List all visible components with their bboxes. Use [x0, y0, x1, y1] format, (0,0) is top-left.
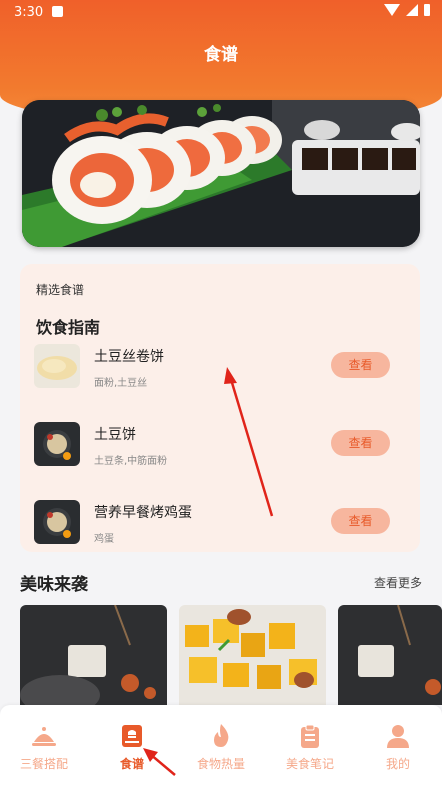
recipe-ingredients: 鸡蛋	[94, 534, 114, 545]
recipe-name: 土豆丝卷饼	[94, 349, 164, 365]
wifi-icon	[384, 4, 400, 16]
battery-icon	[424, 4, 430, 16]
recipe-card[interactable]	[179, 605, 326, 705]
status-bar: 3:30	[0, 0, 442, 26]
featured-label: 精选食谱	[36, 283, 85, 297]
tab-label: 我的	[385, 757, 410, 771]
recipe-book-icon	[122, 725, 142, 747]
featured-recipes-panel: 精选食谱 饮食指南 土豆丝卷饼 面粉,土豆丝 查看 土豆饼 土豆条,中筋面粉 查…	[20, 264, 420, 552]
status-time: 3:30	[14, 5, 44, 20]
tab-food-notes[interactable]: 美食笔记	[270, 723, 350, 772]
see-more-link[interactable]: 查看更多	[374, 574, 422, 591]
tab-label: 三餐搭配	[19, 757, 68, 771]
view-button[interactable]: 查看	[331, 352, 390, 378]
diet-guide-title: 饮食指南	[36, 318, 101, 337]
tab-label: 食物热量	[196, 757, 245, 771]
view-button[interactable]: 查看	[331, 430, 390, 456]
recipe-thumbnail	[34, 344, 80, 388]
tab-label: 食谱	[119, 757, 144, 771]
sushi-banner[interactable]	[22, 100, 420, 247]
sushi-image	[22, 100, 420, 247]
system-icons	[384, 4, 430, 16]
recipe-thumbnail	[34, 500, 80, 544]
tasty-section-title: 美味来袭	[20, 575, 88, 595]
recipe-ingredients: 面粉,土豆丝	[94, 378, 148, 389]
recipe-name: 营养早餐烤鸡蛋	[94, 505, 192, 521]
tab-recipes[interactable]: 食谱	[92, 723, 172, 772]
recipe-card[interactable]	[20, 605, 167, 705]
tab-profile[interactable]: 我的	[358, 723, 438, 772]
page-title: 食谱	[204, 45, 238, 65]
tab-calories[interactable]: 食物热量	[181, 723, 261, 772]
recipe-card[interactable]	[338, 605, 442, 705]
bottom-tab-bar: 三餐搭配 食谱 食物热量 美食笔记 我的	[0, 705, 442, 787]
cloche-icon	[32, 727, 56, 746]
tab-meal-plan[interactable]: 三餐搭配	[4, 723, 84, 772]
recipe-ingredients: 土豆条,中筋面粉	[94, 456, 168, 467]
tasty-section-header: 美味来袭 查看更多	[20, 570, 422, 595]
tab-label: 美食笔记	[285, 757, 334, 771]
notification-app-icon	[52, 6, 63, 17]
view-button[interactable]: 查看	[331, 508, 390, 534]
clipboard-icon	[301, 724, 319, 748]
recipe-name: 土豆饼	[94, 427, 136, 443]
recipe-row[interactable]: 土豆饼 土豆条,中筋面粉 查看	[34, 422, 406, 470]
recipe-row[interactable]: 土豆丝卷饼 面粉,土豆丝 查看	[34, 344, 406, 392]
person-icon	[387, 725, 409, 748]
flame-icon	[214, 724, 229, 747]
recipe-thumbnail	[34, 422, 80, 466]
recipe-row[interactable]: 营养早餐烤鸡蛋 鸡蛋 查看	[34, 500, 406, 548]
signal-icon	[406, 4, 418, 16]
